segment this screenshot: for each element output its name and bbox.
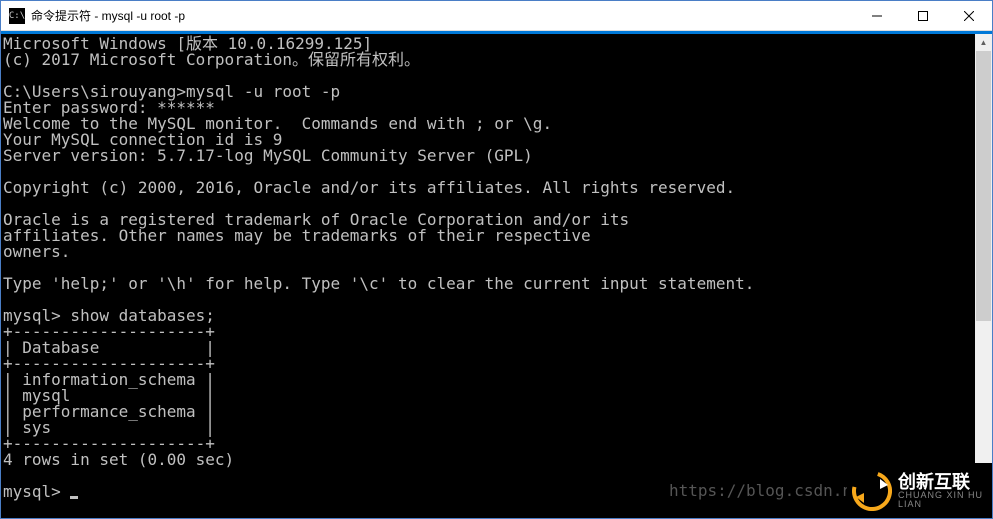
logo-badge: 创新互联 CHUANG XIN HU LIAN [847,463,992,518]
terminal-output: Microsoft Windows [版本 10.0.16299.125] (c… [1,34,992,500]
close-button[interactable] [946,1,992,30]
scrollbar-thumb[interactable] [976,51,991,321]
command-prompt-window: C:\ 命令提示符 - mysql -u root -p Microsoft W… [0,0,993,519]
logo-text: 创新互联 CHUANG XIN HU LIAN [898,473,987,509]
logo-sub-text: CHUANG XIN HU LIAN [898,491,987,509]
titlebar[interactable]: C:\ 命令提示符 - mysql -u root -p [1,1,992,31]
terminal-area[interactable]: Microsoft Windows [版本 10.0.16299.125] (c… [1,31,992,518]
cmd-icon: C:\ [9,8,25,24]
window-controls [854,1,992,30]
logo-main-text: 创新互联 [898,473,987,491]
vertical-scrollbar[interactable]: ▲ ▼ [975,34,992,518]
scroll-up-button[interactable]: ▲ [975,34,992,51]
minimize-button[interactable] [854,1,900,30]
maximize-button[interactable] [900,1,946,30]
scrollbar-track[interactable] [975,51,992,501]
watermark-text: https://blog.csdn.n [669,481,852,500]
cursor [70,496,78,499]
logo-icon [852,471,892,511]
window-title: 命令提示符 - mysql -u root -p [31,7,854,24]
